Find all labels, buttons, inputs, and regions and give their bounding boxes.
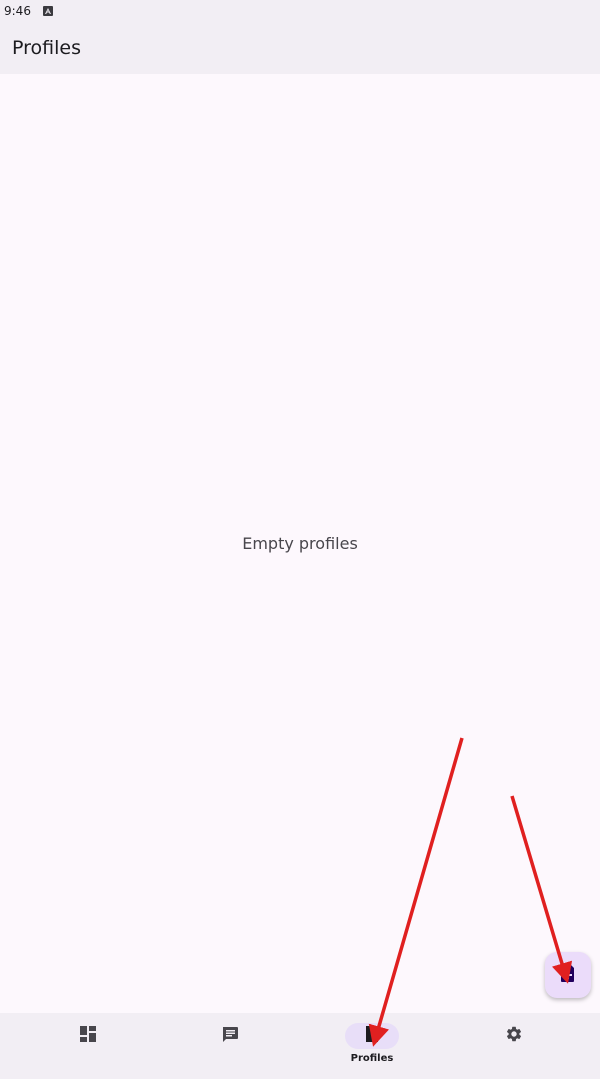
file-icon xyxy=(365,1025,379,1048)
nav-indicator xyxy=(61,1023,115,1049)
status-bar: 9:46 xyxy=(0,0,600,22)
status-time: 9:46 xyxy=(4,4,31,18)
nav-item-dashboard[interactable] xyxy=(13,1013,163,1079)
profiles-content: Empty profiles xyxy=(0,74,600,1013)
nav-item-messages[interactable] xyxy=(155,1013,305,1079)
gear-icon xyxy=(505,1025,523,1048)
message-icon xyxy=(221,1025,239,1048)
add-file-icon xyxy=(559,963,577,988)
bottom-navigation: Profiles xyxy=(0,1013,600,1079)
add-profile-button[interactable] xyxy=(545,952,591,998)
nav-item-profiles[interactable]: Profiles xyxy=(297,1013,447,1079)
a-notification-icon xyxy=(42,6,53,16)
nav-indicator xyxy=(203,1023,257,1049)
nav-indicator-active xyxy=(345,1023,399,1049)
empty-profiles-message: Empty profiles xyxy=(242,534,358,553)
dashboard-icon xyxy=(79,1025,97,1048)
app-bar: Profiles xyxy=(0,22,600,74)
nav-indicator xyxy=(487,1023,541,1049)
screen: 9:46 Profiles Empty profiles Profiles xyxy=(0,0,600,1079)
page-title: Profiles xyxy=(12,37,81,59)
nav-item-settings[interactable] xyxy=(439,1013,589,1079)
nav-label-profiles: Profiles xyxy=(350,1053,394,1064)
